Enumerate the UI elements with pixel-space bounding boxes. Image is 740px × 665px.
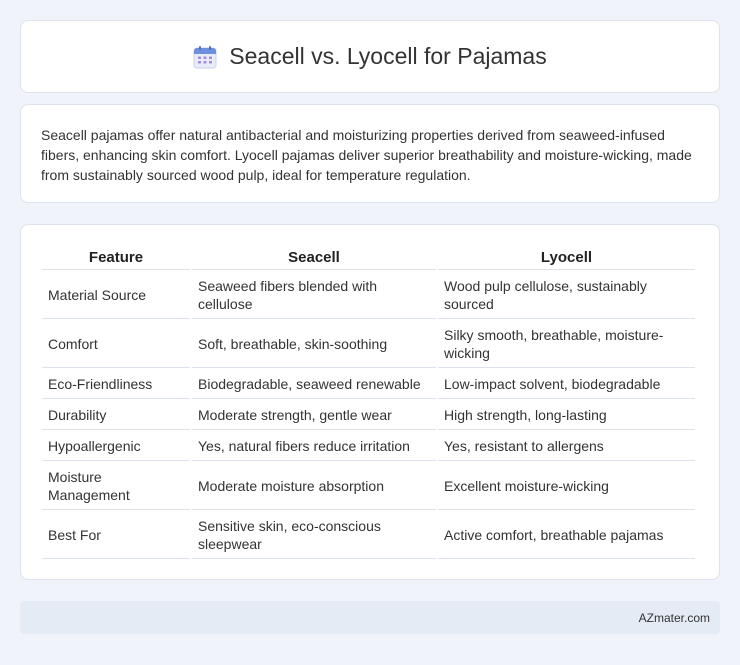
table-header-row: Feature Seacell Lyocell: [42, 246, 695, 270]
cell-feature: Comfort: [42, 321, 190, 368]
table-row: Comfort Soft, breathable, skin-soothing …: [42, 321, 695, 368]
cell-seacell: Seaweed fibers blended with cellulose: [192, 272, 436, 319]
footer: AZmater.com: [20, 601, 720, 634]
table-row: Moisture Management Moderate moisture ab…: [42, 463, 695, 510]
table-row: Material Source Seaweed fibers blended w…: [42, 272, 695, 319]
cell-seacell: Sensitive skin, eco-conscious sleepwear: [192, 512, 436, 559]
calendar-icon: [193, 45, 217, 69]
cell-feature: Durability: [42, 401, 190, 430]
table-row: Eco-Friendliness Biodegradable, seaweed …: [42, 370, 695, 399]
cell-seacell: Moderate moisture absorption: [192, 463, 436, 510]
cell-lyocell: Wood pulp cellulose, sustainably sourced: [438, 272, 695, 319]
cell-feature: Material Source: [42, 272, 190, 319]
footer-brand[interactable]: AZmater.com: [639, 611, 710, 625]
cell-lyocell: Low-impact solvent, biodegradable: [438, 370, 695, 399]
table-row: Best For Sensitive skin, eco-conscious s…: [42, 512, 695, 559]
cell-feature: Moisture Management: [42, 463, 190, 510]
table-row: Durability Moderate strength, gentle wea…: [42, 401, 695, 430]
summary-text: Seacell pajamas offer natural antibacter…: [41, 127, 692, 183]
cell-lyocell: Excellent moisture-wicking: [438, 463, 695, 510]
comparison-table-card: Feature Seacell Lyocell Material Source …: [20, 224, 720, 580]
header-seacell: Seacell: [192, 246, 436, 270]
cell-feature: Eco-Friendliness: [42, 370, 190, 399]
cell-feature: Best For: [42, 512, 190, 559]
cell-lyocell: Silky smooth, breathable, moisture-wicki…: [438, 321, 695, 368]
header-feature: Feature: [42, 246, 190, 270]
header-lyocell: Lyocell: [438, 246, 695, 270]
comparison-table: Feature Seacell Lyocell Material Source …: [40, 244, 697, 561]
cell-seacell: Yes, natural fibers reduce irritation: [192, 432, 436, 461]
title-card: Seacell vs. Lyocell for Pajamas: [20, 20, 720, 93]
cell-feature: Hypoallergenic: [42, 432, 190, 461]
summary-card: Seacell pajamas offer natural antibacter…: [20, 104, 720, 203]
cell-seacell: Biodegradable, seaweed renewable: [192, 370, 436, 399]
cell-lyocell: High strength, long-lasting: [438, 401, 695, 430]
cell-lyocell: Yes, resistant to allergens: [438, 432, 695, 461]
table-row: Hypoallergenic Yes, natural fibers reduc…: [42, 432, 695, 461]
cell-lyocell: Active comfort, breathable pajamas: [438, 512, 695, 559]
page-title: Seacell vs. Lyocell for Pajamas: [229, 43, 547, 69]
cell-seacell: Moderate strength, gentle wear: [192, 401, 436, 430]
cell-seacell: Soft, breathable, skin-soothing: [192, 321, 436, 368]
